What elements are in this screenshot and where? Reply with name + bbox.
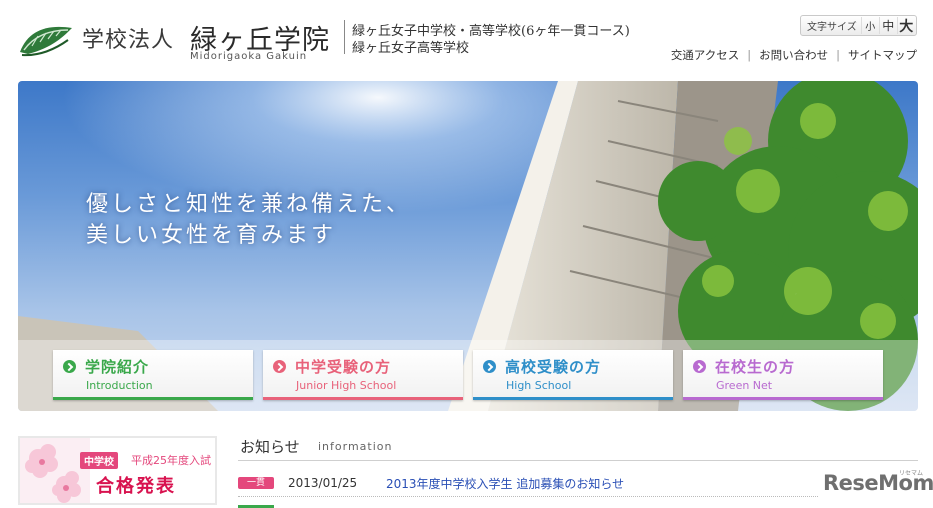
arrow-right-icon xyxy=(693,360,706,373)
arrow-right-icon xyxy=(273,360,286,373)
nav-title: 学院紹介 xyxy=(85,358,150,376)
hero-banner: 優しさと知性を兼ね備えた、 美しい女性を育みます 学院紹介 Introducti… xyxy=(18,81,918,411)
banner-main-text: 合格発表 xyxy=(96,476,176,497)
nav-title: 中学受験の方 xyxy=(295,358,392,376)
hero-copy-line2: 美しい女性を育みます xyxy=(86,223,337,248)
nav-junior-high-button[interactable]: 中学受験の方 Junior High School xyxy=(263,350,463,400)
nav-subtitle: Introduction xyxy=(86,379,153,392)
contact-link[interactable]: お問い合わせ xyxy=(759,47,828,63)
corp-label: 学校法人 xyxy=(82,28,175,53)
nav-underline xyxy=(683,397,883,400)
nav-underline xyxy=(473,397,673,400)
sub-school-2: 緑ヶ丘女子高等学校 xyxy=(352,41,470,56)
school-name-roman: Midorigaoka Gakuin xyxy=(190,51,308,62)
banner-year: 平成25年度入試 xyxy=(131,454,211,467)
news-heading-en: information xyxy=(318,440,393,453)
logo-divider xyxy=(344,20,345,54)
site-header: 学校法人 緑ヶ丘学院 Midorigaoka Gakuin 緑ヶ丘女子中学校・高… xyxy=(0,0,933,78)
news-row-divider xyxy=(238,496,818,497)
exam-results-banner[interactable]: 中学校 平成25年度入試 合格発表 xyxy=(18,436,217,505)
font-size-medium-button[interactable]: 中 xyxy=(878,17,897,34)
nav-subtitle: High School xyxy=(506,379,572,392)
news-item: 一貫 2013/01/25 2013年度中学校入学生 追加募集のお知らせ xyxy=(238,473,798,493)
font-size-small-button[interactable]: 小 xyxy=(860,17,879,34)
watermark-small: リセマム xyxy=(899,470,924,477)
news-heading: お知らせ xyxy=(240,438,300,456)
news-link[interactable]: 2013年度中学校入学生 追加募集のお知らせ xyxy=(386,475,624,492)
nav-title: 高校受験の方 xyxy=(505,358,602,376)
nav-underline xyxy=(263,397,463,400)
font-size-switcher: 文字サイズ 小 中 大 xyxy=(800,15,917,36)
hero-copy-line1: 優しさと知性を兼ね備えた、 xyxy=(86,192,412,217)
font-size-large-button[interactable]: 大 xyxy=(896,17,915,35)
utility-nav: 交通アクセス | お問い合わせ | サイトマップ xyxy=(671,47,917,63)
utility-separator: | xyxy=(747,48,752,62)
news-item-partial xyxy=(238,503,818,508)
arrow-right-icon xyxy=(63,360,76,373)
nav-green-net-button[interactable]: 在校生の方 Green Net xyxy=(683,350,883,400)
utility-separator: | xyxy=(836,48,840,62)
access-link[interactable]: 交通アクセス xyxy=(671,47,739,63)
green-leaf-crest-icon[interactable] xyxy=(18,22,74,58)
news-category-badge: 一貫 xyxy=(238,477,274,489)
nav-high-school-button[interactable]: 高校受験の方 High School xyxy=(473,350,673,400)
nav-subtitle: Green Net xyxy=(716,379,773,392)
nav-title: 在校生の方 xyxy=(715,358,796,376)
banner-badge: 中学校 xyxy=(80,452,118,469)
hero-copy: 優しさと知性を兼ね備えた、 美しい女性を育みます xyxy=(86,189,411,251)
nav-underline xyxy=(53,397,253,400)
main-nav: 学院紹介 Introduction 中学受験の方 Junior High Sch… xyxy=(18,340,918,411)
sitemap-link[interactable]: サイトマップ xyxy=(848,47,917,63)
nav-subtitle: Junior High School xyxy=(296,379,397,392)
arrow-right-icon xyxy=(483,360,496,373)
nav-introduction-button[interactable]: 学院紹介 Introduction xyxy=(53,350,253,400)
news-divider xyxy=(238,460,918,461)
news-date: 2013/01/25 xyxy=(288,476,358,490)
cherry-blossom-icon xyxy=(20,438,90,503)
font-size-label: 文字サイズ xyxy=(807,22,857,33)
